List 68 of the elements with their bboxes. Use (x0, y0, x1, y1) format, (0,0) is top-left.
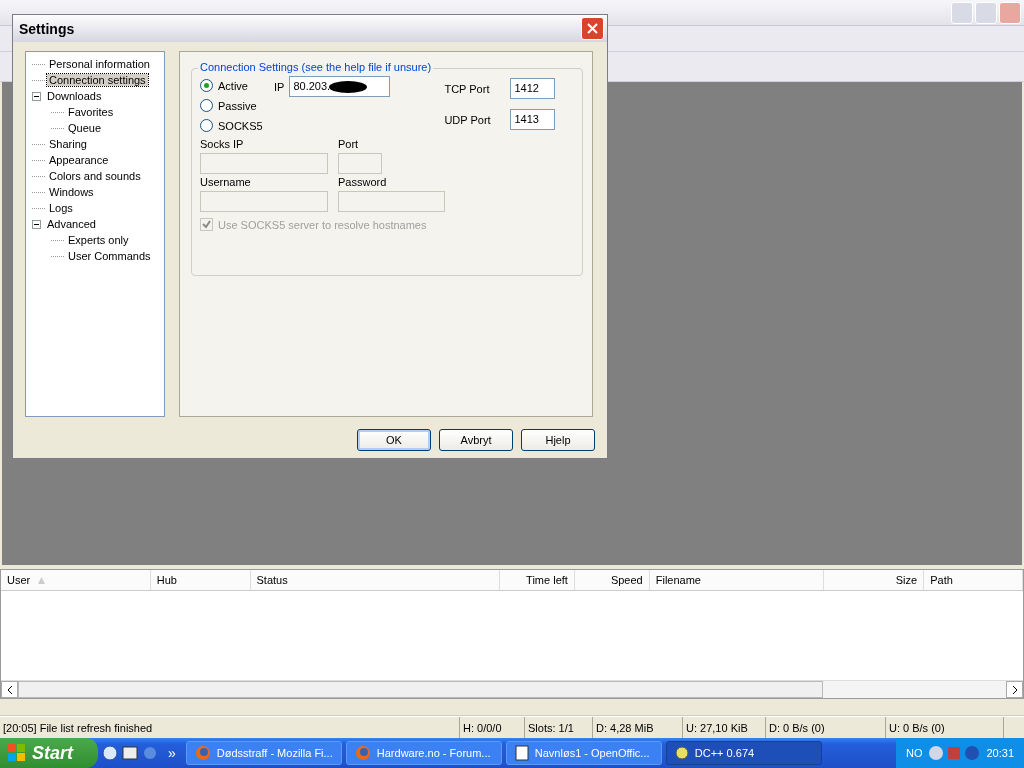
input-field[interactable]: 1413 (510, 109, 556, 130)
field-label: Username (200, 176, 252, 188)
radio-label[interactable]: Passive (218, 99, 257, 112)
tree-item[interactable]: Queue (66, 122, 104, 134)
expander-icon[interactable] (32, 219, 41, 229)
tree-item[interactable]: Windows (47, 186, 96, 198)
radio-button[interactable] (200, 99, 213, 112)
scroll-right-button[interactable] (1006, 681, 1023, 698)
tree-item[interactable]: Connection settings (47, 74, 148, 86)
taskbar-button[interactable]: DC++ 0.674 (665, 741, 822, 765)
column-header[interactable]: Speed (574, 570, 650, 590)
scrollbar-thumb[interactable] (18, 681, 823, 698)
group-title: Connection Settings (see the help file if unsure) (198, 61, 434, 73)
tree-item[interactable]: Downloads (45, 90, 104, 102)
start-button[interactable]: Start (0, 738, 98, 768)
dialog-button[interactable]: OK (357, 429, 431, 451)
radio-label[interactable]: Active (218, 79, 248, 92)
close-button[interactable] (581, 17, 604, 40)
clock: 20:31 (986, 747, 1014, 759)
tree-item[interactable]: Appearance (47, 154, 111, 166)
column-header[interactable]: Path (924, 570, 1023, 590)
tree-item[interactable]: Sharing (47, 138, 89, 150)
dialog-title: Settings (19, 20, 75, 37)
disc-icon (674, 746, 689, 760)
document-icon (514, 745, 529, 761)
taskbar-button[interactable]: Navnløs1 - OpenOffic... (505, 741, 662, 765)
ip-field[interactable]: 80.203. (289, 76, 391, 97)
tree-item[interactable]: Colors and sounds (47, 170, 143, 182)
tree-item[interactable]: Favorites (66, 106, 116, 118)
field-label: Password (338, 176, 388, 188)
field-label: Port (338, 138, 360, 150)
tray-icons-drawing (928, 745, 981, 761)
scroll-left-button[interactable] (1, 681, 18, 698)
taskbar-button[interactable]: Hardware.no - Forum... (345, 741, 502, 765)
globe-icon (194, 745, 211, 761)
column-header[interactable]: Time left (500, 570, 575, 590)
field-label: IP (274, 80, 285, 93)
dialog-button[interactable]: Hjelp (521, 429, 595, 451)
column-header[interactable]: User (1, 570, 151, 590)
field-label: Socks IP (200, 138, 245, 150)
dialog-button[interactable]: Avbryt (439, 429, 513, 451)
radio-button[interactable] (200, 119, 213, 132)
close-icon (587, 23, 598, 34)
desktop-icon[interactable] (122, 745, 138, 761)
windows-logo (8, 744, 26, 762)
tree-item[interactable]: Experts only (66, 234, 131, 246)
tree-item[interactable]: Logs (47, 202, 75, 214)
browser-icon[interactable] (102, 745, 118, 761)
taskbar-button[interactable]: Dødsstraff - Mozilla Fi... (185, 741, 342, 765)
column-header[interactable]: Hub (150, 570, 251, 590)
tree-item[interactable]: Personal information (47, 58, 152, 70)
expander-icon[interactable] (32, 91, 41, 101)
column-header[interactable]: Size (824, 570, 925, 590)
column-header[interactable]: Filename (649, 570, 825, 590)
radio-button[interactable] (200, 79, 213, 92)
ip-value: 80.203. (293, 80, 331, 92)
field-label: TCP Port (444, 82, 491, 95)
checkmark-icon (202, 220, 211, 229)
field-label: UDP Port (444, 113, 492, 126)
checkbox-label: Use SOCKS5 server to resolve hostnames (218, 218, 427, 231)
globe-icon (354, 745, 371, 761)
tree-item[interactable]: User Commands (66, 250, 153, 262)
radio-label[interactable]: SOCKS5 (218, 119, 263, 132)
redaction-mark (328, 80, 369, 94)
overflow-button[interactable]: » (162, 745, 182, 761)
tree-item[interactable]: Advanced (45, 218, 98, 230)
input-field[interactable]: 1412 (510, 78, 556, 99)
column-header[interactable]: Status (250, 570, 500, 590)
